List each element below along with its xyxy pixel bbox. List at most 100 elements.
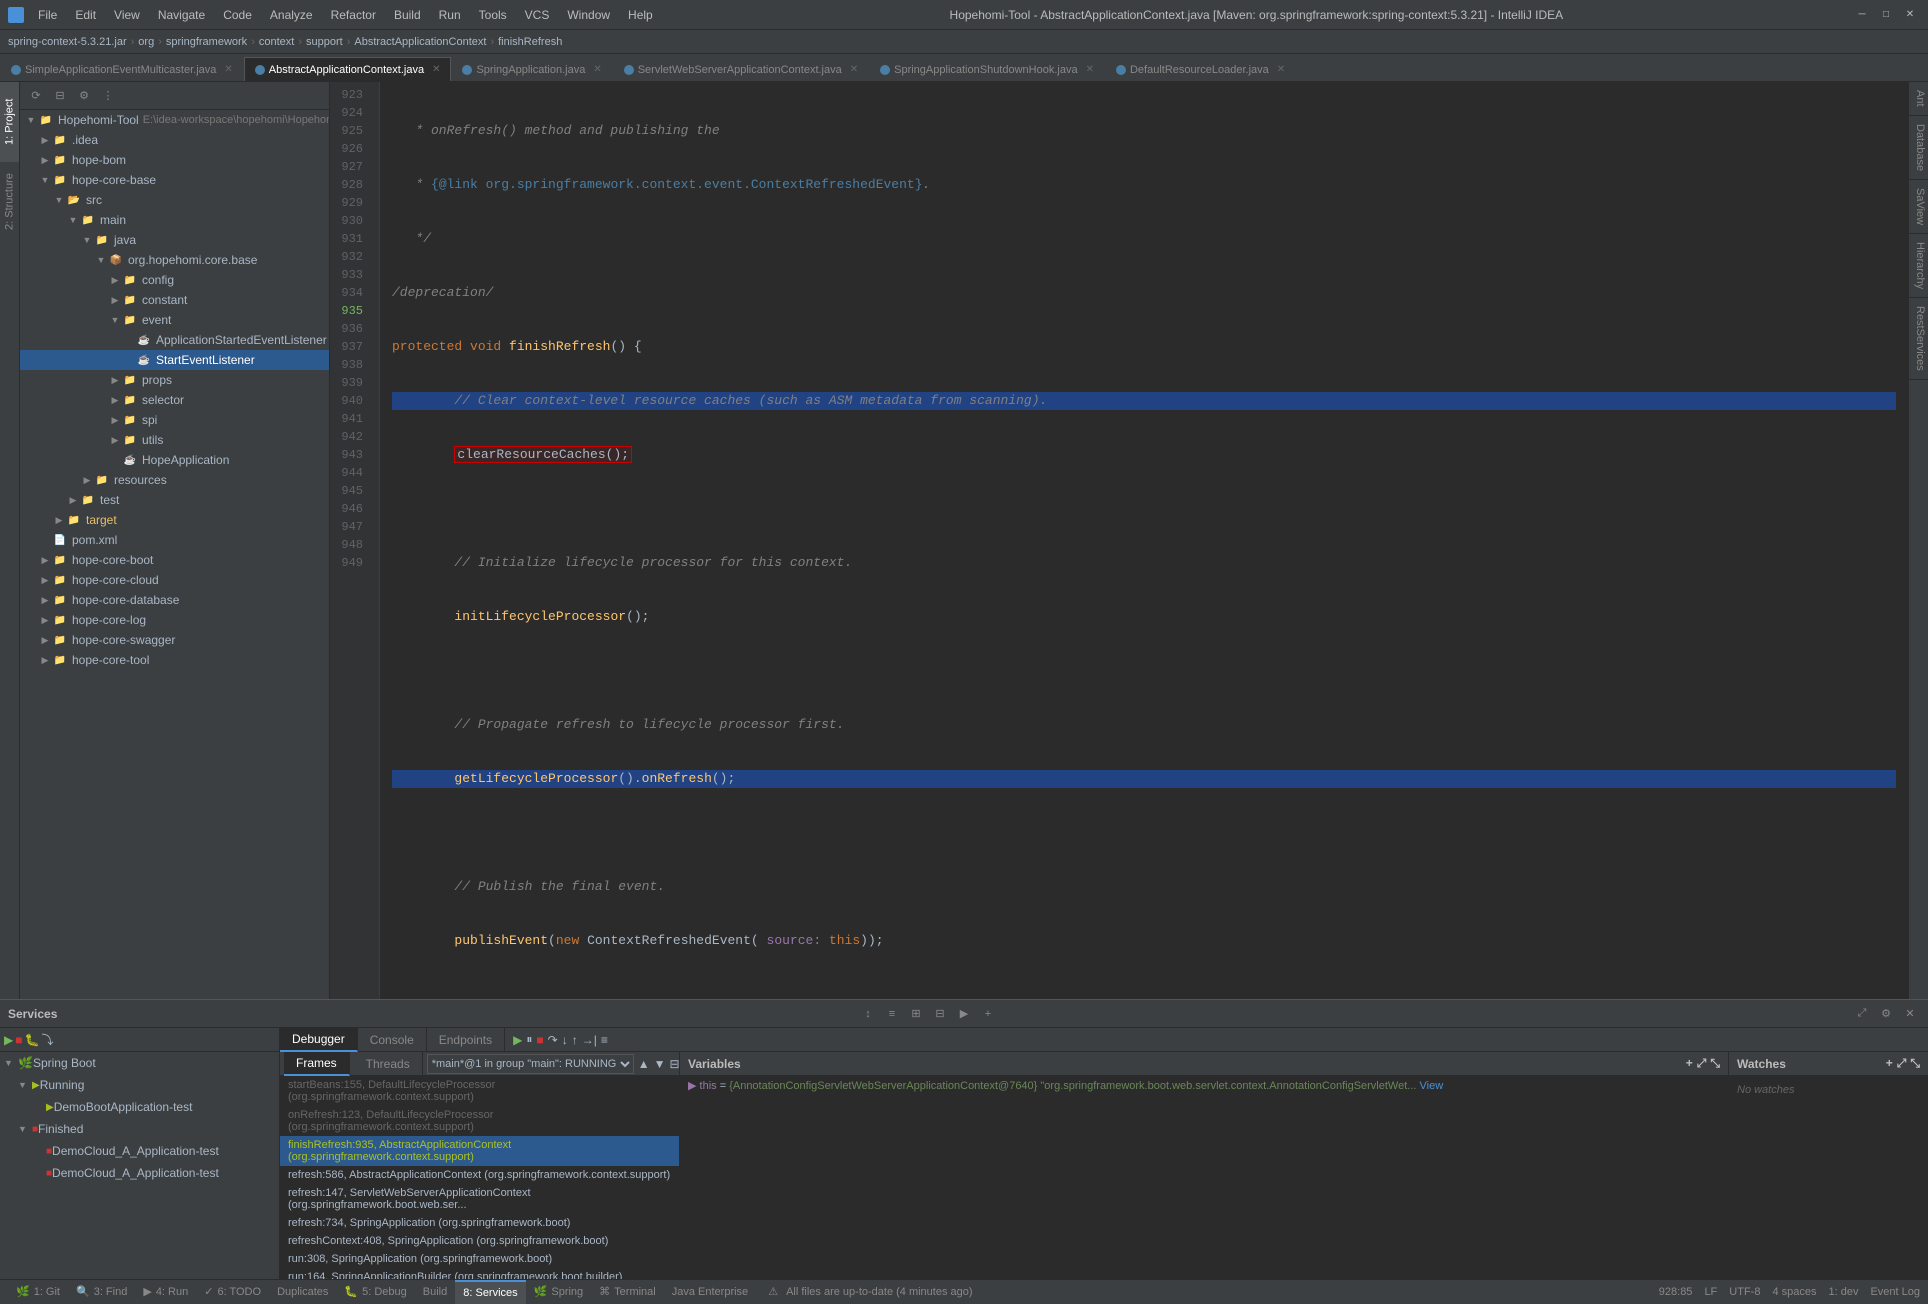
tree-item-props[interactable]: ▶ 📁 props — [20, 370, 329, 390]
tree-item-hope-core-log[interactable]: ▶ 📁 hope-core-log — [20, 610, 329, 630]
step-into-button[interactable]: ↓ — [562, 1033, 568, 1047]
status-tab-debug[interactable]: 🐛 5: Debug — [336, 1280, 414, 1304]
close-button[interactable]: ✕ — [1900, 5, 1920, 25]
settings-panel-button[interactable]: ⚙ — [1876, 1004, 1896, 1024]
status-tab-java-enterprise[interactable]: Java Enterprise — [664, 1280, 756, 1304]
menu-view[interactable]: View — [106, 6, 148, 24]
code-content[interactable]: * onRefresh() method and publishing the … — [380, 82, 1908, 999]
tab-default-resource-loader[interactable]: DefaultResourceLoader.java ✕ — [1105, 57, 1296, 81]
frame-startbeans[interactable]: startBeans:155, DefaultLifecycleProcesso… — [280, 1076, 679, 1106]
tree-item-hope-core-database[interactable]: ▶ 📁 hope-core-database — [20, 590, 329, 610]
frame-refresh-147[interactable]: refresh:147, ServletWebServerApplication… — [280, 1184, 679, 1214]
status-tab-find[interactable]: 🔍 3: Find — [68, 1280, 135, 1304]
collapse-all-button[interactable]: ≡ — [882, 1004, 902, 1024]
status-tab-todo[interactable]: ✓ 6: TODO — [196, 1280, 269, 1304]
menu-analyze[interactable]: Analyze — [262, 6, 321, 24]
svc-demo-boot-app[interactable]: ▶ DemoBootApplication-test — [0, 1096, 279, 1118]
breadcrumb-springframework[interactable]: springframework — [166, 36, 247, 48]
tree-item-hope-core-cloud[interactable]: ▶ 📁 hope-core-cloud — [20, 570, 329, 590]
tab-abstract-app-context[interactable]: AbstractApplicationContext.java ✕ — [244, 57, 452, 81]
vtab-structure[interactable]: 2: Structure — [0, 162, 19, 242]
frame-refresh-586[interactable]: refresh:586, AbstractApplicationContext … — [280, 1166, 679, 1184]
threads-tab[interactable]: Threads — [354, 1052, 423, 1076]
watches-add-button[interactable]: + — [1886, 1056, 1893, 1071]
menu-edit[interactable]: Edit — [67, 6, 104, 24]
saview-tab[interactable]: Sa­View — [1909, 180, 1928, 234]
tab-close-icon[interactable]: ✕ — [432, 64, 440, 75]
svc-finished[interactable]: ▼ ■ Finished — [0, 1118, 279, 1140]
tree-item-config[interactable]: ▶ 📁 config — [20, 270, 329, 290]
tab-simple-event-multicaster[interactable]: SimpleApplicationEventMulticaster.java ✕ — [0, 57, 244, 81]
tree-item-constant[interactable]: ▶ 📁 constant — [20, 290, 329, 310]
tab-servlet-web-server[interactable]: ServletWebServerApplicationContext.java … — [613, 57, 869, 81]
tree-item-selector[interactable]: ▶ 📁 selector — [20, 390, 329, 410]
status-tab-spring[interactable]: 🌿 Spring — [526, 1280, 592, 1304]
tree-item-hope-core-tool[interactable]: ▶ 📁 hope-core-tool — [20, 650, 329, 670]
minimize-button[interactable]: ─ — [1852, 5, 1872, 25]
thread-down-button[interactable]: ▼ — [654, 1057, 666, 1071]
resume-button[interactable]: ▶ — [513, 1033, 522, 1047]
tab-spring-application[interactable]: SpringApplication.java ✕ — [451, 57, 612, 81]
tab-shutdown-hook[interactable]: SpringApplicationShutdownHook.java ✕ — [869, 57, 1105, 81]
hierarchy-tab[interactable]: Hierarchy — [1909, 234, 1928, 298]
add-button[interactable]: + — [978, 1004, 998, 1024]
tree-item-root[interactable]: ▼ 📁 Hopehomi-Tool E:\idea-workspace\hope… — [20, 110, 329, 130]
breadcrumb-jar[interactable]: spring-context-5.3.21.jar — [8, 36, 127, 48]
more-button[interactable]: ⋮ — [98, 86, 118, 106]
menu-tools[interactable]: Tools — [471, 6, 515, 24]
breadcrumb-org[interactable]: org — [138, 36, 154, 48]
restservices-tab[interactable]: RestServices — [1909, 298, 1928, 380]
code-editor[interactable]: 923 924 925 926 927 928 929 930 931 932 … — [330, 82, 1908, 999]
svc-play-button[interactable]: ▶ — [4, 1033, 13, 1047]
status-tab-services[interactable]: 8: Services — [455, 1280, 525, 1304]
svc-step-button[interactable]: ⤵ — [41, 1031, 53, 1048]
tab-close-icon[interactable]: ✕ — [224, 64, 232, 75]
tree-item-src[interactable]: ▼ 📂 src — [20, 190, 329, 210]
settings-button[interactable]: ⚙ — [74, 86, 94, 106]
tree-item-idea[interactable]: ▶ 📁 .idea — [20, 130, 329, 150]
status-tab-build[interactable]: Build — [415, 1280, 455, 1304]
tree-item-target[interactable]: ▶ 📁 target — [20, 510, 329, 530]
event-log-button[interactable]: Event Log — [1870, 1286, 1920, 1298]
breadcrumb-method[interactable]: finishRefresh — [498, 36, 562, 48]
menu-refactor[interactable]: Refactor — [323, 6, 384, 24]
pause-button[interactable]: ⏸ — [526, 1032, 532, 1047]
thread-dropdown[interactable]: *main*@1 in group "main": RUNNING — [427, 1054, 634, 1074]
maximize-button[interactable]: □ — [1876, 5, 1896, 25]
tab-close-icon[interactable]: ✕ — [593, 64, 601, 75]
stop-dbg-button[interactable]: ■ — [536, 1033, 543, 1047]
breadcrumb-class[interactable]: AbstractApplicationContext — [354, 36, 486, 48]
status-tab-terminal[interactable]: ⌘ Terminal — [591, 1280, 664, 1304]
tree-item-main[interactable]: ▼ 📁 main — [20, 210, 329, 230]
watches-expand-button[interactable]: ⤢ — [1897, 1056, 1907, 1071]
maximize-panel-button[interactable]: ⤢ — [1852, 1004, 1872, 1024]
svc-demo-cloud-app2[interactable]: ■ DemoCloud_A_Application-test — [0, 1162, 279, 1184]
status-tab-git[interactable]: 🌿 1: Git — [8, 1280, 68, 1304]
step-over-button[interactable]: ↷ — [548, 1033, 558, 1047]
status-branch[interactable]: 1: dev — [1828, 1286, 1858, 1298]
tree-item-resources[interactable]: ▶ 📁 resources — [20, 470, 329, 490]
frame-onrefresh[interactable]: onRefresh:123, DefaultLifecycleProcessor… — [280, 1106, 679, 1136]
menu-help[interactable]: Help — [620, 6, 661, 24]
var-view-link[interactable]: View — [1420, 1080, 1444, 1092]
collapse-button[interactable]: ⊟ — [50, 86, 70, 106]
tree-item-event[interactable]: ▼ 📁 event — [20, 310, 329, 330]
evaluate-button[interactable]: ≡ — [601, 1033, 608, 1047]
frame-run-164[interactable]: run:164, SpringApplicationBuilder (org.s… — [280, 1268, 679, 1279]
tree-item-hope-application[interactable]: ☕ HopeApplication — [20, 450, 329, 470]
frame-run-308[interactable]: run:308, SpringApplication (org.springfr… — [280, 1250, 679, 1268]
svc-debug-button[interactable]: 🐛 — [24, 1033, 39, 1047]
tree-item-hope-core-swagger[interactable]: ▶ 📁 hope-core-swagger — [20, 630, 329, 650]
run-to-cursor-button[interactable]: →| — [582, 1033, 597, 1047]
tree-item-utils[interactable]: ▶ 📁 utils — [20, 430, 329, 450]
vtab-project[interactable]: 1: Project — [0, 82, 19, 162]
tree-item-spi[interactable]: ▶ 📁 spi — [20, 410, 329, 430]
status-warning-icon[interactable]: ⚠ — [768, 1285, 778, 1298]
tree-item-app-started-listener[interactable]: ☕ ApplicationStartedEventListener — [20, 330, 329, 350]
tree-item-start-event-listener[interactable]: ☕ StartEventListener — [20, 350, 329, 370]
menu-build[interactable]: Build — [386, 6, 429, 24]
tree-item-package[interactable]: ▼ 📦 org.hopehomi.core.base — [20, 250, 329, 270]
frame-finishrefresh[interactable]: finishRefresh:935, AbstractApplicationCo… — [280, 1136, 679, 1166]
watches-collapse-button[interactable]: ⤡ — [1910, 1056, 1920, 1071]
menu-vcs[interactable]: VCS — [517, 6, 558, 24]
